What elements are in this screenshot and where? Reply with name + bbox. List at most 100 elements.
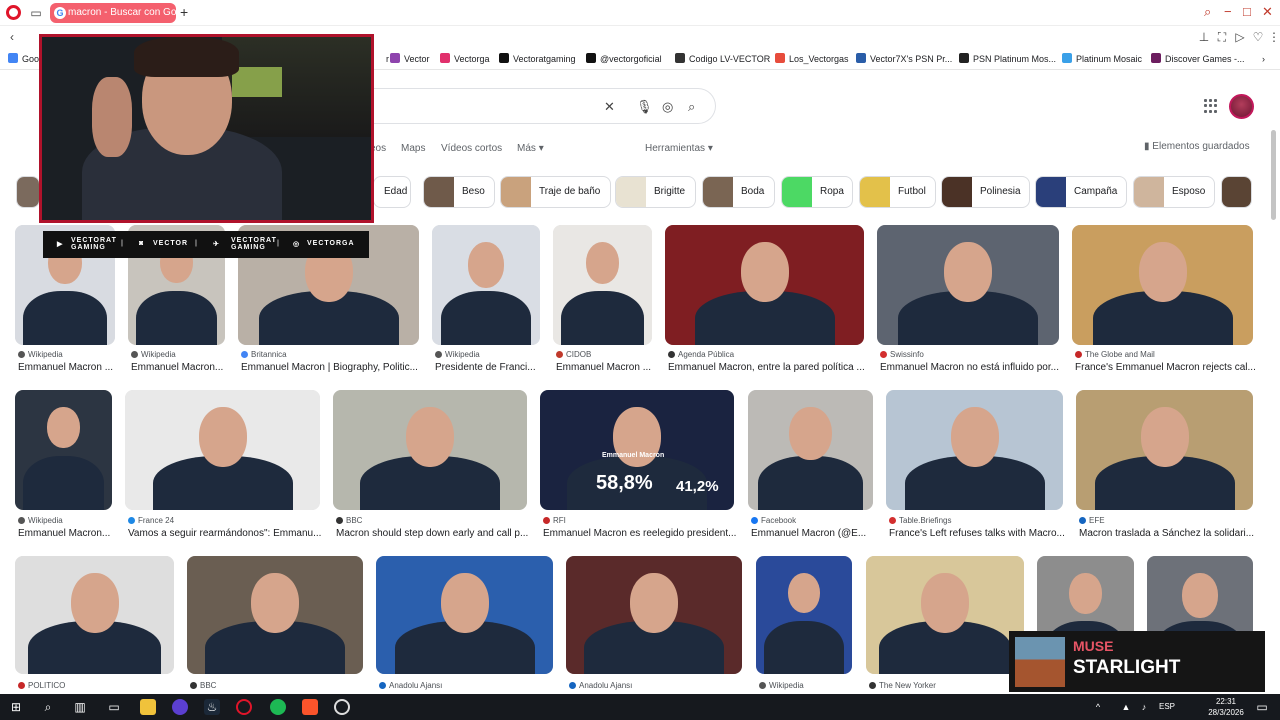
network-icon[interactable]: ▲ <box>1118 699 1134 715</box>
result-image[interactable] <box>432 225 540 345</box>
result-image[interactable] <box>1076 390 1253 510</box>
bookmark-item[interactable]: Los_Vectorgas <box>775 52 849 66</box>
speaker-icon[interactable]: ♪ <box>1136 699 1152 715</box>
account-avatar[interactable] <box>1229 94 1254 119</box>
voice-search-icon[interactable]: 🎙 <box>636 99 653 115</box>
result-image[interactable] <box>333 390 527 510</box>
result-image[interactable] <box>665 225 864 345</box>
steam-icon[interactable]: ♨ <box>204 699 220 715</box>
page-scrollbar[interactable] <box>1271 130 1276 220</box>
result-title[interactable]: Macron traslada a Sánchez la solidari... <box>1079 528 1256 539</box>
result-title[interactable]: Presidente de Franci... <box>435 362 543 373</box>
filter-chip[interactable]: Campaña <box>1035 176 1127 208</box>
result-source[interactable]: Wikipedia <box>131 350 228 359</box>
result-source[interactable]: EFE <box>1079 516 1256 525</box>
result-source[interactable]: BBC <box>190 681 366 690</box>
filter-chip[interactable]: Polinesia <box>941 176 1030 208</box>
filter-chip[interactable]: Traje de baño <box>500 176 611 208</box>
result-source[interactable]: France 24 <box>128 516 323 525</box>
result-source[interactable]: Wikipedia <box>18 516 115 525</box>
result-source[interactable]: Facebook <box>751 516 876 525</box>
result-image[interactable] <box>1072 225 1253 345</box>
google-apps-icon[interactable] <box>1204 99 1218 113</box>
workspaces-icon[interactable]: ▭ <box>28 5 44 21</box>
search-icon[interactable]: ⌕ <box>40 699 56 715</box>
filter-chip[interactable] <box>1221 176 1252 208</box>
result-source[interactable]: Wikipedia <box>18 350 118 359</box>
search-tabs-icon[interactable]: ⌕ <box>1204 4 1211 20</box>
search-icon[interactable]: ⌕ <box>688 99 695 115</box>
result-image[interactable] <box>376 556 553 674</box>
result-source[interactable]: Anadolu Ajansı <box>379 681 556 690</box>
bookmark-item[interactable]: Codigo LV-VECTOR <box>675 52 770 66</box>
notifications-icon[interactable]: ▭ <box>1254 699 1270 715</box>
bookmark-item[interactable]: Vector7X's PSN Pr... <box>856 52 952 66</box>
result-title[interactable]: Emmanuel Macron es reelegido president..… <box>543 528 737 539</box>
result-image[interactable] <box>566 556 742 674</box>
filter-chip[interactable]: Ropa <box>781 176 853 208</box>
result-source[interactable]: Swissinfo <box>880 350 1062 359</box>
result-title[interactable]: Emmanuel Macron ... <box>18 362 118 373</box>
bookmark-item[interactable]: Platinum Mosaic <box>1062 52 1142 66</box>
send-icon[interactable]: ▷ <box>1232 29 1248 45</box>
bookmark-item[interactable]: @vectorgoficial <box>586 52 662 66</box>
tab-short-videos[interactable]: Vídeos cortos <box>441 143 502 154</box>
opera-logo-icon[interactable] <box>6 5 21 20</box>
clear-search-icon[interactable]: ✕ <box>604 99 615 115</box>
result-title[interactable]: Emmanuel Macron | Biography, Politic... <box>241 362 422 373</box>
bookmark-item[interactable]: Discover Games -... <box>1151 52 1245 66</box>
result-image[interactable] <box>866 556 1024 674</box>
lens-search-icon[interactable]: ◎ <box>662 99 673 115</box>
filter-chip[interactable] <box>16 176 40 208</box>
new-tab-button[interactable]: + <box>180 4 188 20</box>
snapshot-icon[interactable]: ⛶ <box>1214 29 1230 45</box>
result-image[interactable] <box>748 390 873 510</box>
minimize-button[interactable]: − <box>1224 4 1232 19</box>
result-source[interactable]: Britannica <box>241 350 422 359</box>
windows-start-icon[interactable]: ⊞ <box>8 699 24 715</box>
result-image[interactable] <box>187 556 363 674</box>
folder-icon[interactable] <box>140 699 156 715</box>
opera-taskbar-icon[interactable] <box>236 699 252 715</box>
filter-chip[interactable]: Edad <box>373 176 411 208</box>
result-source[interactable]: Table.Briefings <box>889 516 1066 525</box>
result-source[interactable]: RFI <box>543 516 737 525</box>
result-title[interactable]: Macron should step down early and call p… <box>336 528 530 539</box>
filter-chip[interactable]: Esposo <box>1133 176 1215 208</box>
bookmark-item[interactable]: Vectoratgaming <box>499 52 576 66</box>
result-source[interactable]: Anadolu Ajansı <box>569 681 745 690</box>
result-title[interactable]: Emmanuel Macron, entre la pared política… <box>668 362 867 373</box>
brave-icon[interactable] <box>302 699 318 715</box>
filter-chip[interactable]: Brigitte <box>615 176 696 208</box>
bookmark-item[interactable]: Goo <box>8 52 39 66</box>
bookmark-item[interactable]: r <box>372 52 389 66</box>
clock[interactable]: 22:31 28/3/2026 <box>1206 696 1246 718</box>
saved-items-link[interactable]: ▮ Elementos guardados <box>1144 141 1250 152</box>
bookmark-item[interactable]: Vectorga <box>440 52 490 66</box>
result-title[interactable]: France's Left refuses talks with Macro..… <box>889 528 1066 539</box>
back-arrow-icon[interactable]: ‹ <box>4 29 20 45</box>
maximize-button[interactable]: □ <box>1243 4 1251 19</box>
heart-icon[interactable]: ♡ <box>1250 29 1266 45</box>
result-title[interactable]: Emmanuel Macron (@E... <box>751 528 876 539</box>
tab-more[interactable]: Más ▾ <box>517 143 544 154</box>
result-image[interactable] <box>15 390 112 510</box>
spotify-icon[interactable] <box>270 699 286 715</box>
filter-chip[interactable]: Futbol <box>859 176 936 208</box>
result-title[interactable]: Emmanuel Macron no está influido por... <box>880 362 1062 373</box>
result-source[interactable]: CIDOB <box>556 350 655 359</box>
obs-icon[interactable] <box>334 699 350 715</box>
result-source[interactable]: Wikipedia <box>759 681 855 690</box>
bookmark-item[interactable]: Vector <box>390 52 430 66</box>
filter-chip[interactable]: Boda <box>702 176 775 208</box>
language-indicator[interactable]: ESP <box>1154 699 1180 715</box>
result-source[interactable]: Agenda Pública <box>668 350 867 359</box>
bookmarks-more-icon[interactable]: › <box>1262 52 1265 66</box>
more-vertical-icon[interactable]: ⋮ <box>1266 29 1280 45</box>
result-image[interactable] <box>886 390 1063 510</box>
result-source[interactable]: The Globe and Mail <box>1075 350 1256 359</box>
result-image[interactable] <box>125 390 320 510</box>
tab-maps[interactable]: Maps <box>401 143 425 154</box>
result-title[interactable]: Emmanuel Macron... <box>18 528 115 539</box>
result-source[interactable]: BBC <box>336 516 530 525</box>
